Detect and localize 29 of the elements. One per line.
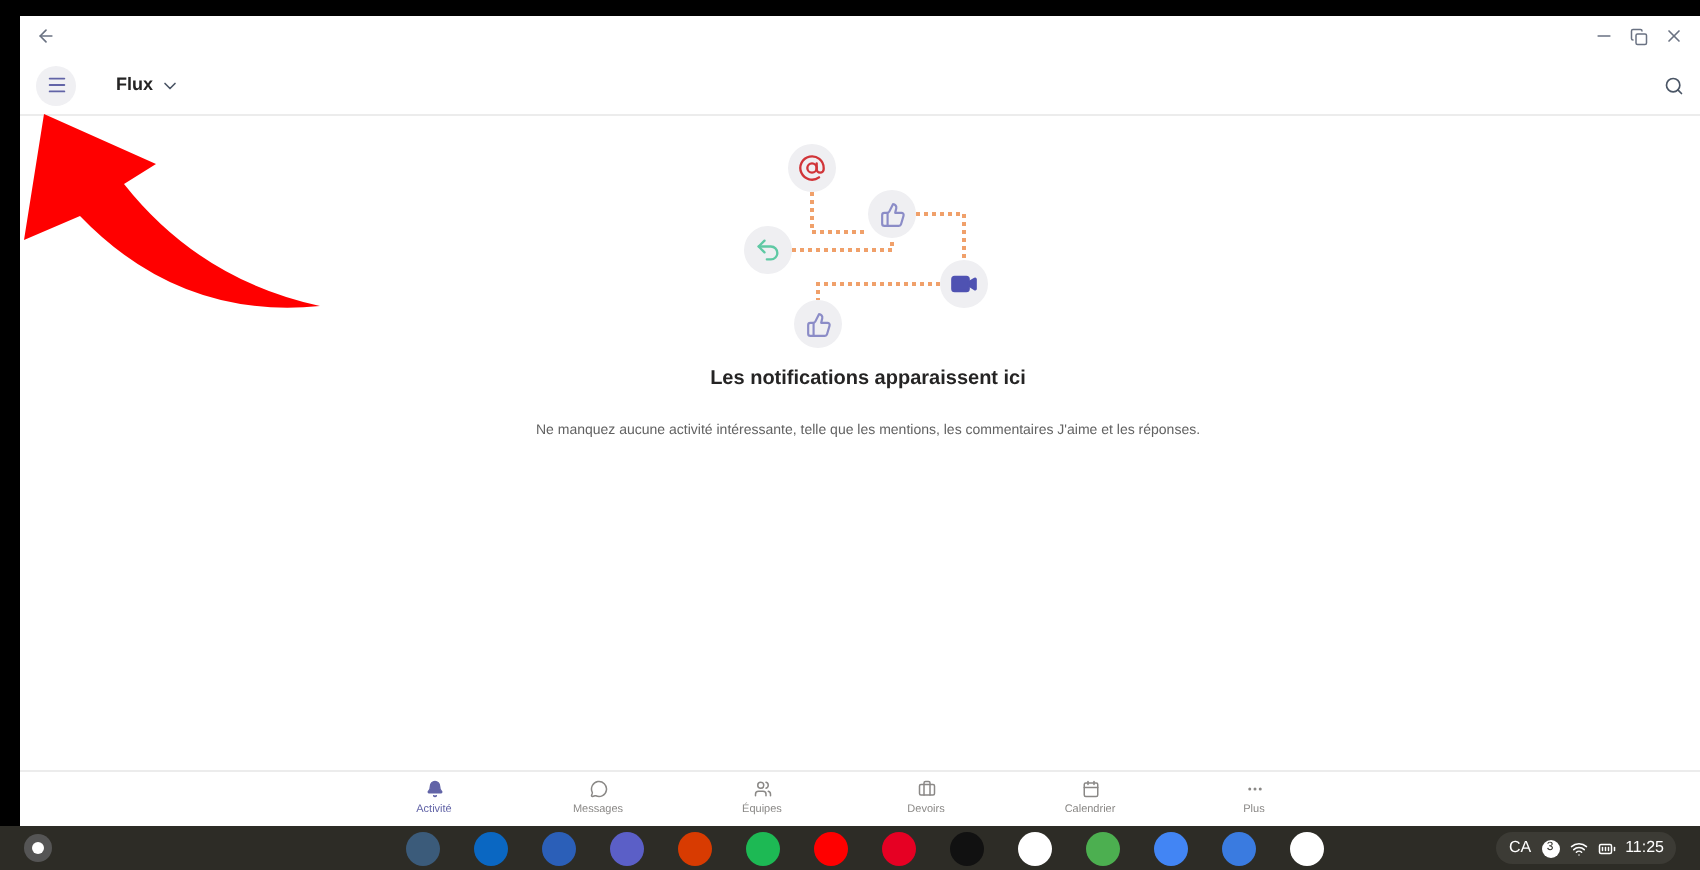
connector-line <box>810 192 868 234</box>
bell-icon <box>425 779 443 798</box>
app-icon[interactable] <box>1017 831 1052 865</box>
video-camera-icon <box>950 270 978 298</box>
chat-icon <box>589 779 607 798</box>
connector-line <box>816 282 940 300</box>
clock-time: 11:25 <box>1625 836 1664 860</box>
wifi-icon <box>1569 839 1588 857</box>
menu-icon <box>45 74 67 96</box>
menu-button[interactable] <box>36 65 76 105</box>
empty-state-heading: Les notifications apparaissent ici <box>710 366 1026 394</box>
thumbs-up-icon <box>879 201 905 227</box>
launcher-button[interactable] <box>24 834 52 862</box>
reply-arrow-icon <box>754 236 782 264</box>
bag-icon <box>917 779 935 798</box>
app-icon[interactable] <box>1289 831 1324 865</box>
thumbs-up-icon <box>805 311 831 337</box>
battery-icon <box>1597 839 1616 857</box>
feed-dropdown[interactable]: Flux <box>116 71 180 99</box>
back-icon[interactable] <box>36 26 56 46</box>
at-sign-icon <box>798 154 826 182</box>
restore-icon[interactable] <box>1630 27 1648 45</box>
search-icon[interactable] <box>1664 75 1684 95</box>
connector-line <box>916 212 966 260</box>
language-indicator: CA <box>1508 836 1532 860</box>
close-icon[interactable] <box>1664 26 1684 46</box>
teams-icon <box>753 779 771 798</box>
connector-line <box>792 238 894 252</box>
calendar-icon <box>1081 779 1099 798</box>
